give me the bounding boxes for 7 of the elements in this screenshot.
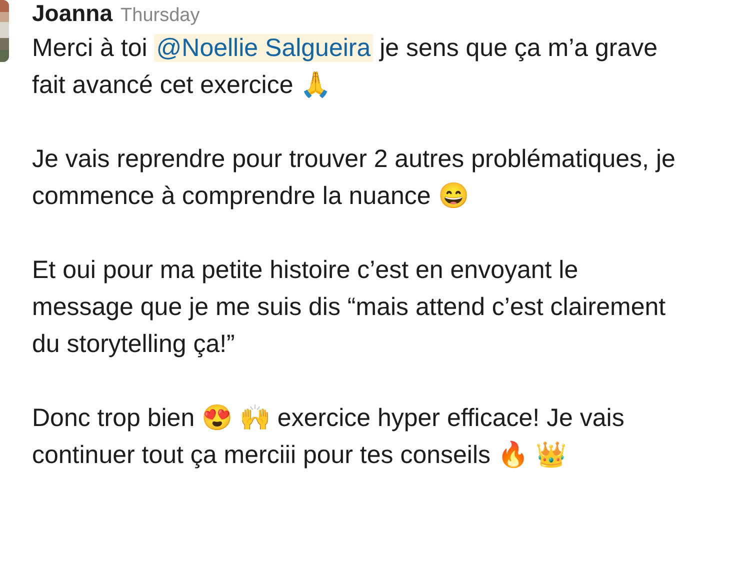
timestamp[interactable]: Thursday	[120, 5, 200, 27]
mention-link[interactable]: @Noellie Salgueira	[154, 34, 373, 62]
message-text: Et oui pour ma petite histoire c’est en envoyant le message que je me suis dis “mais attend c’est clairement du storytelling ça!”	[32, 255, 667, 360]
author-name[interactable]: Joanna	[32, 0, 113, 27]
message-text: Merci à toi @Noellie Salgueira je sens que ça m’a grave fait avancé cet exercice 🙏	[32, 33, 659, 101]
message-text: Donc trop bien 😍 🙌 exercice hyper efficace! Je vais continuer tout ça merciii pour tes conseils 🔥 👑	[32, 403, 626, 471]
message-text: Je vais reprendre pour trouver 2 autres problématiques, je commence à comprendre la nuance 😄	[32, 144, 676, 212]
